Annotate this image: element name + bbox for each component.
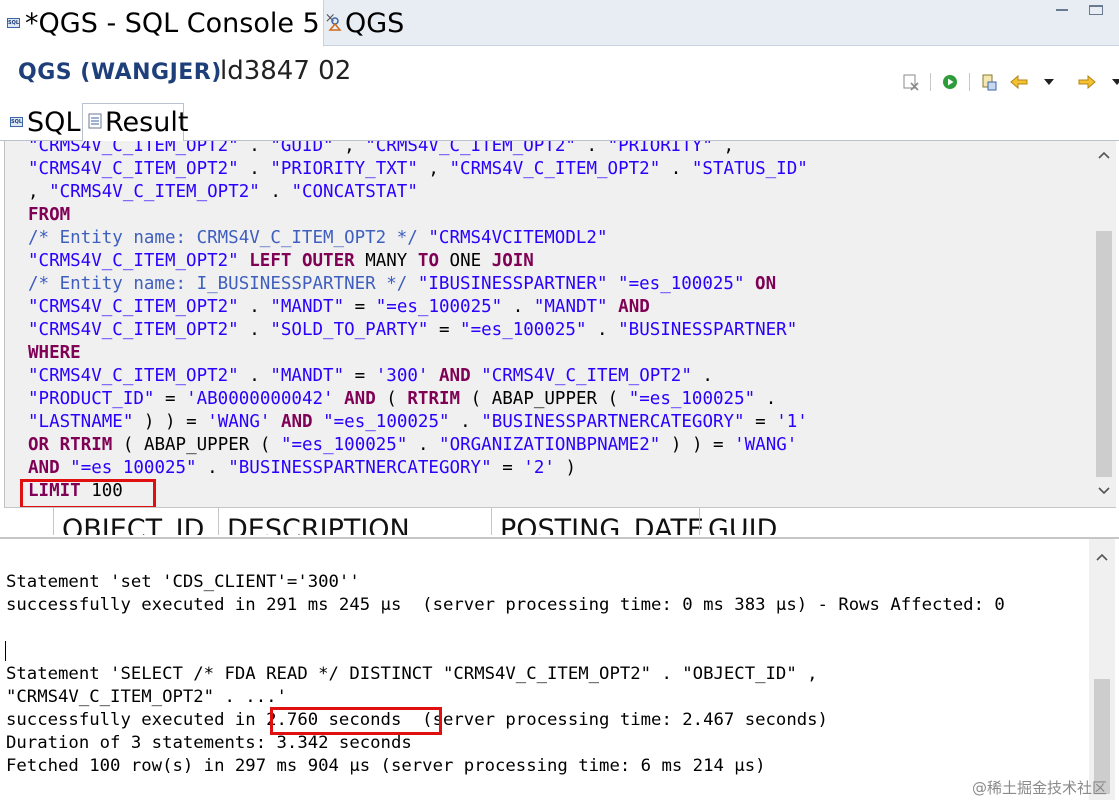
console-scrollbar[interactable] xyxy=(1089,539,1115,800)
sql-editor[interactable]: "CRMS4V_C_ITEM_OPT2" . "GUID" , "CRMS4V_… xyxy=(4,141,1116,507)
watermark: @稀土掘金技术社区 xyxy=(971,779,1107,797)
console-subtabs: SQL SQL Result xyxy=(0,99,1119,142)
connection-host: ld3847 02 xyxy=(220,56,352,86)
chevron-down-icon[interactable] xyxy=(1106,71,1119,93)
sql-line: "CRMS4V_C_ITEM_OPT2" . "GUID" , "CRMS4V_… xyxy=(28,141,735,156)
toolbar-separator xyxy=(969,73,970,91)
sql-console-icon: SQL xyxy=(7,18,21,28)
sql-line: "CRMS4V_C_ITEM_OPT2" . "SOLD_TO_PARTY" =… xyxy=(28,320,798,340)
scroll-down-icon[interactable] xyxy=(1091,479,1116,503)
console-output[interactable]: Statement 'set 'CDS_CLIENT'='300''succes… xyxy=(0,537,1119,800)
scrollbar-thumb[interactable] xyxy=(1096,231,1112,477)
sql-line: "CRMS4V_C_ITEM_OPT2" . "MANDT" = '300' A… xyxy=(28,366,713,386)
console-toolbar xyxy=(900,71,1119,93)
tab-sql-console-5[interactable]: SQL *QGS - SQL Console 5 × xyxy=(0,0,336,47)
tab-title: QGS xyxy=(345,7,405,39)
editor-tab-bar: SQL *QGS - SQL Console 5 × QGS xyxy=(0,0,1119,47)
sql-line: AND "=es 100025" . "BUSINESSPARTNERCATEG… xyxy=(28,458,576,478)
connection-switch-icon[interactable] xyxy=(978,71,1000,93)
tab-sql-label: SQL xyxy=(27,106,81,138)
sql-line: OR RTRIM ( ABAP_UPPER ( "=es_100025" . "… xyxy=(28,435,798,455)
scroll-up-icon[interactable] xyxy=(1091,143,1116,167)
result-icon xyxy=(88,113,102,133)
text-caret xyxy=(5,641,6,661)
stop-execution-icon[interactable] xyxy=(900,71,922,93)
grid-rownum-column[interactable] xyxy=(4,508,53,535)
sql-line: "CRMS4V_C_ITEM_OPT2" LEFT OUTER MANY TO … xyxy=(28,251,534,271)
grid-column-header[interactable]: GUID xyxy=(699,508,1116,535)
sql-line: FROM xyxy=(28,205,71,225)
toolbar-separator xyxy=(930,73,931,91)
duration-highlight-box xyxy=(270,707,442,735)
sql-line: /* Entity name: I_BUSINESSPARTNER */ "IB… xyxy=(28,274,777,294)
sql-line: "PRODUCT_ID" = 'AB0000000042' AND ( RTRI… xyxy=(28,389,777,409)
tab-qgs[interactable]: QGS xyxy=(328,0,404,46)
connection-name: QGS (WANGJER) xyxy=(18,60,222,85)
sql-code[interactable]: "CRMS4V_C_ITEM_OPT2" . "GUID" , "CRMS4V_… xyxy=(28,141,808,503)
forward-arrow-icon[interactable] xyxy=(1076,71,1098,93)
tab-sql[interactable]: SQL SQL xyxy=(0,103,80,141)
grid-column-header[interactable]: OBJECT_ID xyxy=(53,508,218,535)
console-line: Statement 'SELECT /* FDA READ */ DISTINC… xyxy=(6,664,818,684)
sql-line: "LASTNAME" ) ) = 'WANG' AND "=es_100025"… xyxy=(28,412,808,432)
tab-result[interactable]: Result xyxy=(82,103,188,142)
console-text: Statement 'set 'CDS_CLIENT'='300''succes… xyxy=(6,571,1005,778)
sql-icon: SQL xyxy=(10,117,24,127)
console-line: Statement 'set 'CDS_CLIENT'='300'' xyxy=(6,572,360,592)
back-arrow-icon[interactable] xyxy=(1008,71,1030,93)
console-line: Duration of 3 statements: 3.342 seconds xyxy=(6,733,412,753)
sql-line: , "CRMS4V_C_ITEM_OPT2" . "CONCATSTAT" xyxy=(28,182,418,202)
execute-icon[interactable] xyxy=(939,71,961,93)
grid-column-header[interactable]: DESCRIPTION xyxy=(218,508,491,535)
maximize-icon[interactable] xyxy=(1089,5,1103,15)
sql-line: /* Entity name: CRMS4V_C_ITEM_OPT2 */ "C… xyxy=(28,228,608,248)
sql-line: WHERE xyxy=(28,343,81,363)
console-header: QGS (WANGJER) ld3847 02 xyxy=(0,47,1119,99)
minimize-icon[interactable] xyxy=(1055,5,1069,15)
tab-result-label: Result xyxy=(105,107,189,138)
window-controls xyxy=(1055,5,1103,15)
limit-highlight-box xyxy=(20,479,156,507)
result-grid-header: OBJECT_ID DESCRIPTION POSTING_DATE GUID xyxy=(4,507,1116,535)
tab-title: *QGS - SQL Console 5 xyxy=(25,7,320,39)
editor-scrollbar[interactable] xyxy=(1091,141,1116,507)
scroll-up-icon[interactable] xyxy=(1089,545,1115,569)
sql-line: "CRMS4V_C_ITEM_OPT2" . "PRIORITY_TXT" , … xyxy=(28,159,808,179)
system-icon xyxy=(328,16,342,31)
console-line: Fetched 100 row(s) in 297 ms 904 µs (ser… xyxy=(6,756,766,776)
console-line: successfully executed in 2.760 seconds (… xyxy=(6,710,828,730)
chevron-down-icon[interactable] xyxy=(1038,71,1060,93)
grid-column-header[interactable]: POSTING_DATE xyxy=(491,508,704,535)
console-line: successfully executed in 291 ms 245 µs (… xyxy=(6,595,1005,615)
console-line: "CRMS4V_C_ITEM_OPT2" . ...' xyxy=(6,687,287,707)
sql-line: "CRMS4V_C_ITEM_OPT2" . "MANDT" = "=es_10… xyxy=(28,297,650,317)
